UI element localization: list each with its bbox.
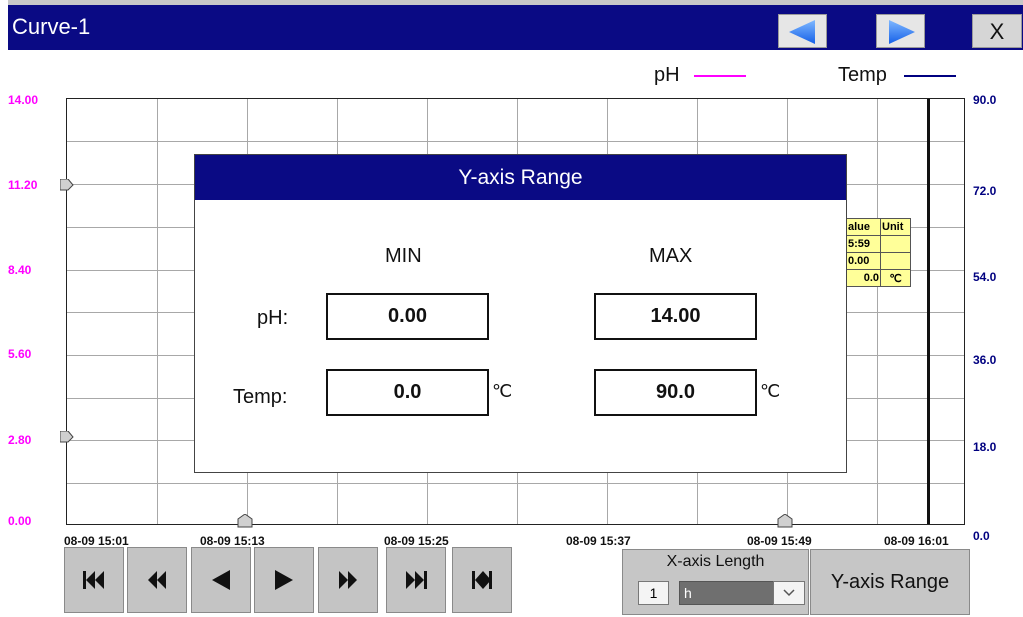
y-left-tick: 2.80 [8, 433, 32, 447]
chevron-down-icon [783, 589, 795, 597]
x-end-marker[interactable] [777, 514, 793, 528]
x-axis-length-input[interactable]: 1 [638, 581, 669, 605]
x-tick: 08-09 15:49 [747, 534, 812, 548]
y-right-tick: 72.0 [973, 184, 997, 198]
fast-forward-button[interactable] [318, 547, 378, 613]
legend-ph-line [694, 75, 746, 77]
min-header: MIN [385, 245, 422, 267]
last-icon [406, 571, 427, 589]
info-header-value: alue [846, 218, 881, 236]
dialog-title: Y-axis Range [195, 155, 846, 200]
scroll-right-button[interactable] [876, 14, 925, 48]
ph-max-field[interactable]: 14.00 [594, 293, 757, 340]
temp-max-field[interactable]: 90.0 [594, 369, 757, 416]
y-axis-range-dialog: Y-axis Range MIN MAX pH: Temp: 0.00 14.0… [194, 154, 847, 473]
window-title: Curve-1 [12, 14, 91, 39]
info-header-unit: Unit [880, 218, 911, 236]
ph-lower-marker[interactable] [60, 431, 74, 443]
info-cell [880, 252, 911, 270]
y-right-tick: 0.0 [973, 529, 990, 543]
y-axis-range-button[interactable]: Y-axis Range [810, 549, 970, 615]
y-left-tick: 14.00 [8, 93, 39, 107]
y-left-tick: 0.00 [8, 514, 32, 528]
grid-line [67, 141, 964, 142]
rewind-button[interactable] [127, 547, 187, 613]
grid-line [67, 483, 964, 484]
right-arrow-icon [888, 20, 915, 44]
x-tick: 08-09 15:25 [384, 534, 449, 548]
x-tick: 08-09 15:01 [64, 534, 129, 548]
rewind-icon [148, 571, 166, 589]
x-axis-unit-select[interactable]: h [679, 581, 774, 605]
y-left-tick: 8.40 [8, 263, 32, 277]
left-arrow-icon [788, 20, 815, 44]
y-left-tick: 5.60 [8, 347, 32, 361]
ph-upper-marker[interactable] [60, 179, 74, 191]
title-bar: Curve-1 X [8, 0, 1023, 50]
y-right-tick: 18.0 [973, 440, 997, 454]
info-cell [880, 235, 911, 253]
y-right-tick: 36.0 [973, 353, 997, 367]
temp-max-unit: ℃ [760, 381, 781, 401]
y-right-tick: 90.0 [973, 93, 997, 107]
max-header: MAX [649, 245, 693, 267]
temp-min-field[interactable]: 0.0 [326, 369, 489, 416]
play-icon [275, 570, 293, 590]
x-tick: 08-09 15:13 [200, 534, 265, 548]
scroll-left-button[interactable] [778, 14, 827, 48]
prev-icon [212, 570, 230, 590]
last-button[interactable] [386, 547, 446, 613]
cursor-info-table: alue Unit 5:59 0.00 0.0 ℃ [846, 218, 911, 287]
x-start-marker[interactable] [237, 514, 253, 528]
x-tick: 08-09 16:01 [884, 534, 949, 548]
ph-label: pH: [257, 307, 289, 329]
legend-temp-line [904, 75, 956, 77]
info-cell: 0.00 [846, 252, 881, 270]
x-axis-length-label: X-axis Length [666, 553, 765, 570]
legend-temp-label: Temp [838, 64, 887, 86]
info-cell: 0.0 [846, 269, 881, 287]
temp-min-unit: ℃ [492, 381, 513, 401]
ph-min-field[interactable]: 0.00 [326, 293, 489, 340]
close-button[interactable]: X [972, 14, 1022, 48]
latest-icon [472, 571, 492, 589]
cursor-line[interactable] [927, 99, 930, 524]
legend-ph-label: pH [654, 64, 680, 86]
info-cell: 5:59 [846, 235, 881, 253]
x-axis-length-panel: X-axis Length 1 h [622, 549, 809, 615]
y-right-tick: 54.0 [973, 270, 997, 284]
temp-label: Temp: [233, 386, 288, 408]
first-button[interactable] [64, 547, 124, 613]
latest-button[interactable] [452, 547, 512, 613]
first-icon [83, 571, 104, 589]
x-axis-unit-dropdown[interactable] [773, 581, 805, 605]
prev-button[interactable] [191, 547, 251, 613]
next-button[interactable] [254, 547, 314, 613]
fast-forward-icon [339, 571, 357, 589]
info-cell: ℃ [880, 269, 911, 287]
y-left-tick: 11.20 [8, 178, 38, 192]
x-tick: 08-09 15:37 [566, 534, 631, 548]
